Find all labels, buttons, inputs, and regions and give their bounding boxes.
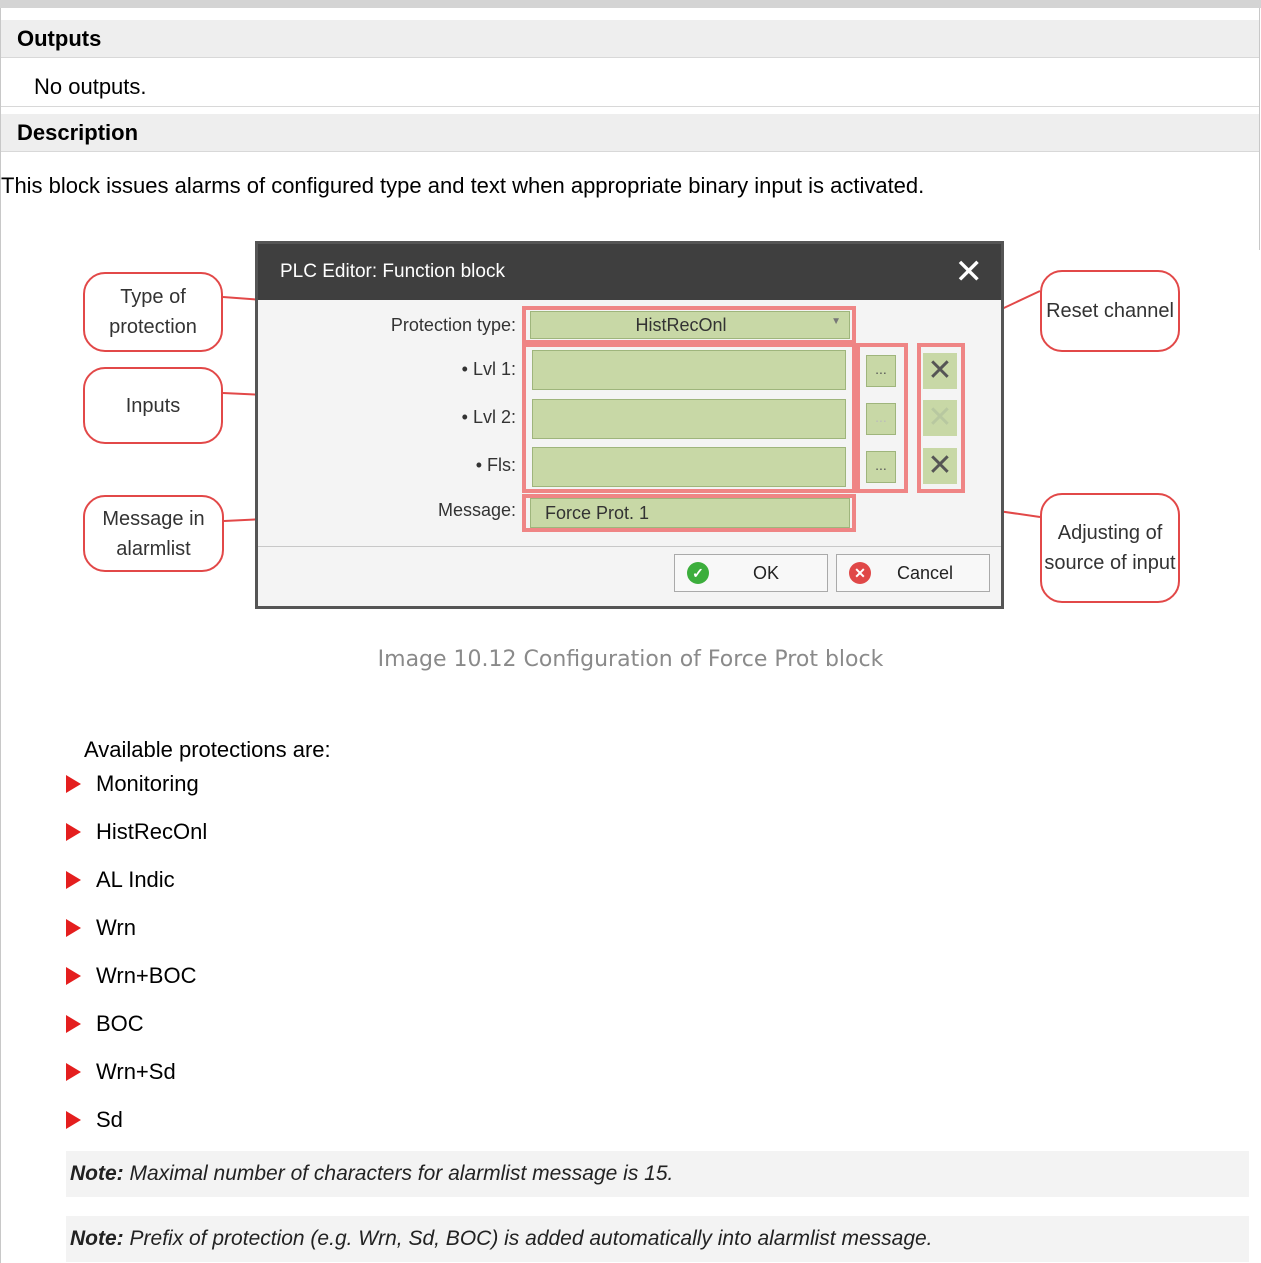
figure-caption: Image 10.12 Configuration of Force Prot … <box>377 647 884 672</box>
dialog-footer-divider <box>258 546 1001 547</box>
protection-type-label: Protection type: <box>390 315 516 335</box>
top-divider <box>0 0 1261 8</box>
highlight-reset-buttons <box>917 343 965 493</box>
note-text: Prefix of protection (e.g. Wrn, Sd, BOC)… <box>129 1227 933 1250</box>
description-text: This block issues alarms of configured t… <box>1 173 925 198</box>
callout-inputs: Inputs <box>83 367 223 444</box>
dialog-title: PLC Editor: Function block <box>258 244 1001 300</box>
bullet-icon <box>66 871 81 889</box>
fls-label: • Fls: <box>475 455 516 475</box>
bullet-icon <box>66 1063 81 1081</box>
row-divider <box>1 106 1259 107</box>
message-label: Message: <box>437 500 516 520</box>
note-label: Note: <box>70 1162 124 1185</box>
callout-reset-channel: Reset channel <box>1040 270 1180 352</box>
bullet-icon <box>66 919 81 937</box>
cancel-icon: ✕ <box>849 562 871 584</box>
right-border <box>1259 8 1260 250</box>
ok-label: OK <box>753 563 780 583</box>
close-icon[interactable]: ✕ <box>955 244 984 300</box>
plc-editor-dialog: PLC Editor: Function block ✕ Protection … <box>255 241 1004 609</box>
protections-intro: Available protections are: <box>84 737 331 762</box>
lvl2-label: • Lvl 2: <box>461 407 516 427</box>
bullet-icon <box>66 1111 81 1129</box>
bullet-icon <box>66 967 81 985</box>
bullet-icon <box>66 775 81 793</box>
highlight-protection-type <box>522 306 856 344</box>
note-max-characters: Note: Maximal number of characters for a… <box>66 1151 1249 1197</box>
highlight-browse-buttons <box>856 343 908 493</box>
outputs-heading: Outputs <box>1 20 1259 58</box>
highlight-inputs <box>522 343 856 493</box>
callout-type-of-protection: Type of protection <box>83 272 223 352</box>
cancel-button[interactable]: ✕ Cancel <box>836 554 990 592</box>
callout-message-in-alarmlist: Message in alarmlist <box>83 495 224 572</box>
description-heading: Description <box>1 114 1259 152</box>
bullet-icon <box>66 823 81 841</box>
figure-force-prot: Type of protection Inputs Message in ala… <box>0 230 1261 690</box>
lvl1-label: • Lvl 1: <box>461 359 516 379</box>
outputs-text: No outputs. <box>34 74 147 99</box>
ok-button[interactable]: ✓ OK <box>674 554 828 592</box>
callout-adjusting-source: Adjusting of source of input <box>1040 493 1180 603</box>
note-text: Maximal number of characters for alarmli… <box>129 1162 674 1185</box>
cancel-label: Cancel <box>897 563 954 583</box>
highlight-message <box>522 494 856 532</box>
note-label: Note: <box>70 1227 124 1250</box>
bullet-icon <box>66 1015 81 1033</box>
note-prefix: Note: Prefix of protection (e.g. Wrn, Sd… <box>66 1216 1249 1262</box>
check-icon: ✓ <box>687 562 709 584</box>
